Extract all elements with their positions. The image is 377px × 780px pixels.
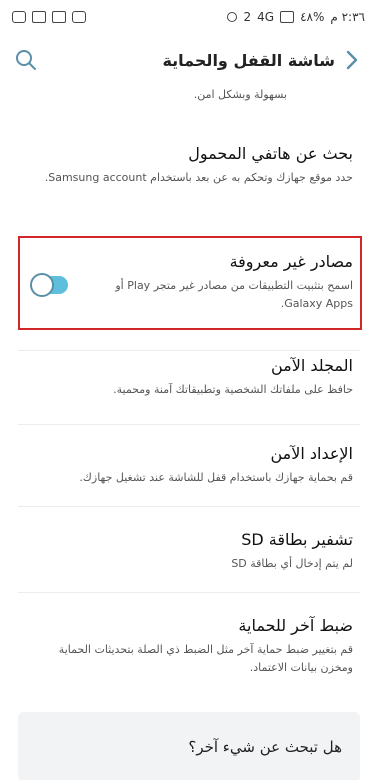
unknown-sources-toggle[interactable]	[30, 273, 68, 297]
signal-icon	[280, 11, 295, 23]
notification-count: 2	[243, 10, 252, 24]
item-title: بحث عن هاتفي المحمول	[188, 144, 353, 163]
image-icon-2	[52, 11, 66, 23]
toggle-knob	[30, 273, 54, 297]
network-type: 4G	[257, 10, 275, 24]
divider	[18, 592, 360, 593]
item-title: مصادر غير معروفة	[229, 252, 353, 271]
status-right: 2 4G ٤٨% ٢:٣٦ م	[227, 10, 365, 24]
settings-list: بسهولة وبشكل امن. بحث عن هاتفي المحمول ح…	[0, 86, 377, 780]
image-icon	[32, 11, 46, 23]
item-title: تشفير بطاقة SD	[241, 530, 353, 549]
clock: ٢:٣٦ م	[330, 10, 365, 24]
item-subtitle: حافظ على ملفاتك الشخصية وتطبيقاتك آمنة و…	[113, 383, 353, 396]
message-icon	[12, 11, 26, 23]
divider	[18, 506, 360, 507]
back-icon[interactable]	[341, 49, 363, 71]
item-title: الإعداد الآمن	[270, 444, 354, 463]
footer-title: هل تبحث عن شيء آخر؟	[188, 738, 342, 756]
app-bar: شاشة القفل والحماية	[0, 34, 377, 86]
divider	[18, 424, 360, 425]
item-title: المجلد الآمن	[271, 356, 353, 375]
item-subtitle: اسمح بتثبيت التطبيقات من مصادر غير متجر …	[115, 279, 353, 310]
partial-text: بسهولة وبشكل امن.	[193, 88, 287, 101]
settings-item-encrypt-sd[interactable]: تشفير بطاقة SD لم يتم إدخال أي بطاقة SD	[0, 530, 377, 573]
chat-icon	[72, 11, 86, 23]
status-left	[12, 11, 86, 23]
battery-percent: ٤٨%	[300, 10, 325, 24]
item-subtitle: لم يتم إدخال أي بطاقة SD	[231, 557, 353, 570]
page-title: شاشة القفل والحماية	[162, 50, 335, 70]
divider	[18, 350, 360, 351]
settings-item-secure-startup[interactable]: الإعداد الآمن قم بحماية جهازك باستخدام ق…	[0, 444, 377, 487]
item-subtitle: قم بحماية جهازك باستخدام قفل للشاشة عند …	[79, 471, 353, 484]
item-subtitle: حدد موقع جهازك وتحكم به عن بعد باستخدام …	[44, 171, 353, 184]
alarm-icon	[227, 12, 238, 22]
settings-item-other-security[interactable]: ضبط آخر للحماية قم بتغيير ضبط حماية آخر …	[0, 616, 377, 677]
settings-item-find-my-mobile[interactable]: بحث عن هاتفي المحمول حدد موقع جهازك وتحك…	[0, 144, 377, 187]
search-icon[interactable]	[14, 48, 38, 72]
item-subtitle: قم بتغيير ضبط حماية آخر مثل الضبط ذي الص…	[58, 643, 353, 674]
settings-item-secure-folder[interactable]: المجلد الآمن حافظ على ملفاتك الشخصية وتط…	[0, 356, 377, 399]
item-title: ضبط آخر للحماية	[238, 616, 353, 635]
looking-for-something-else-card[interactable]: هل تبحث عن شيء آخر؟	[18, 712, 360, 780]
status-bar: 2 4G ٤٨% ٢:٣٦ م	[0, 0, 377, 34]
